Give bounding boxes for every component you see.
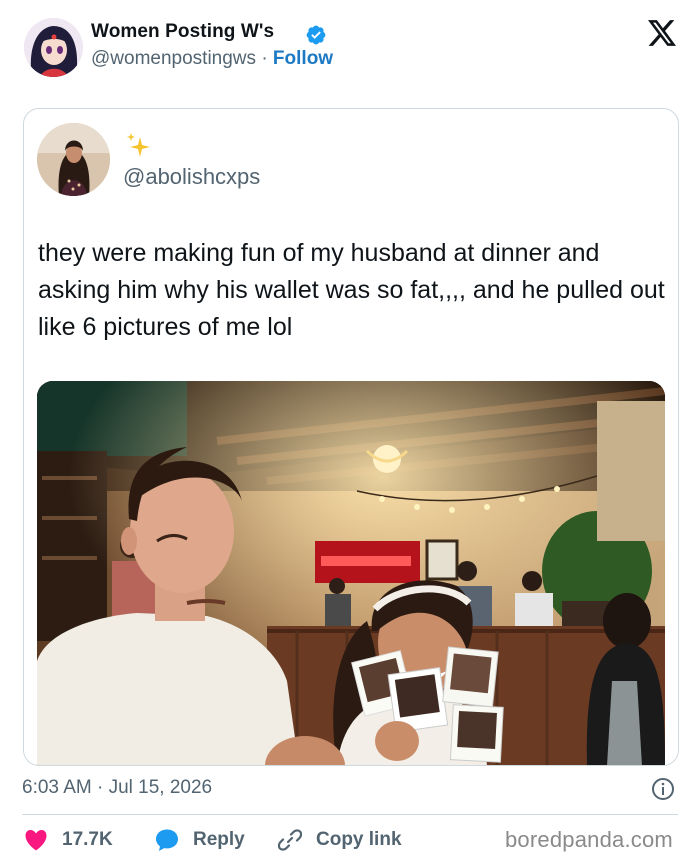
sparkles-icon <box>127 133 150 157</box>
link-icon <box>278 829 302 851</box>
quoted-tweet-card[interactable]: @abolishcxps they were making fun of my … <box>23 108 679 766</box>
copy-link-button[interactable]: Copy link <box>278 825 402 855</box>
follow-button[interactable]: Follow <box>273 48 333 69</box>
info-icon[interactable] <box>651 777 675 801</box>
divider <box>22 814 678 815</box>
watermark: boredpanda.com <box>505 827 673 852</box>
tweet-card: Women Posting W's @womenpostingws · Foll… <box>0 0 700 867</box>
author-name[interactable]: Women Posting W's <box>91 21 274 43</box>
verified-badge-icon <box>306 25 326 45</box>
copy-link-label: Copy link <box>316 829 402 850</box>
tweet-timestamp[interactable]: 6:03 AM · Jul 15, 2026 <box>22 777 212 799</box>
author-avatar[interactable] <box>24 18 83 77</box>
quoted-author-avatar[interactable] <box>37 123 110 196</box>
quoted-author-handle[interactable]: @abolishcxps <box>123 164 260 190</box>
quoted-tweet-photo[interactable] <box>37 381 665 765</box>
quoted-tweet-text: they were making fun of my husband at di… <box>38 239 665 341</box>
reply-button[interactable]: Reply <box>155 825 245 855</box>
author-handle[interactable]: @womenpostingws <box>91 48 256 69</box>
x-logo-icon[interactable] <box>648 20 676 46</box>
like-button[interactable]: 17.7K <box>24 825 113 855</box>
handle-separator: · <box>261 48 268 69</box>
like-count: 17.7K <box>62 829 113 850</box>
speech-bubble-icon <box>156 829 178 851</box>
heart-icon <box>25 830 47 851</box>
reply-label: Reply <box>193 829 245 850</box>
author-handle-row: @womenpostingws · Follow <box>91 48 333 70</box>
